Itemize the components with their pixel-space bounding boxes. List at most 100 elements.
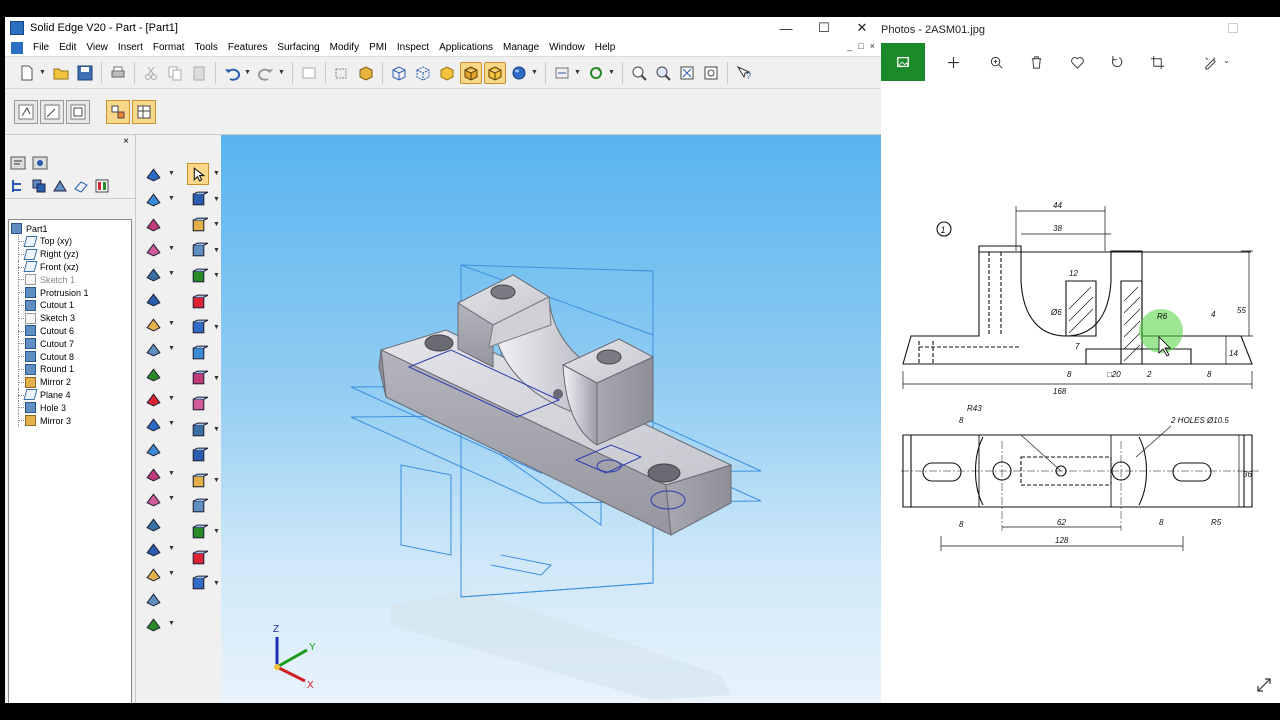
- command-dropdown-icon[interactable]: ▼: [213, 324, 220, 331]
- surface-icon[interactable]: [187, 393, 209, 415]
- tree-item[interactable]: Right (yz): [11, 247, 131, 261]
- menu-insert[interactable]: Insert: [113, 39, 148, 57]
- command-dropdown-icon[interactable]: ▼: [213, 528, 220, 535]
- feature-face-icon[interactable]: [187, 573, 209, 595]
- menu-help[interactable]: Help: [590, 39, 621, 57]
- menu-manage[interactable]: Manage: [498, 39, 544, 57]
- shaded-edges-icon[interactable]: [460, 61, 482, 84]
- zoom-icon[interactable]: [652, 62, 674, 84]
- mdi-close-button[interactable]: ×: [870, 41, 875, 51]
- command-dropdown-icon[interactable]: ▼: [168, 270, 175, 277]
- vent-icon[interactable]: [142, 438, 164, 460]
- chamfer-icon[interactable]: [187, 317, 209, 339]
- tree-item[interactable]: Cutout 6: [11, 324, 131, 338]
- extrude-icon[interactable]: [187, 214, 209, 236]
- family-table-icon[interactable]: [132, 99, 156, 124]
- command-dropdown-icon[interactable]: ▼: [213, 196, 220, 203]
- offset-icon[interactable]: [142, 563, 164, 585]
- menu-inspect[interactable]: Inspect: [392, 39, 434, 57]
- menu-edit[interactable]: Edit: [54, 39, 81, 57]
- photos-restore-icon[interactable]: [1228, 23, 1238, 33]
- profile-tool-icon[interactable]: [66, 99, 90, 124]
- trim-icon[interactable]: [187, 445, 209, 467]
- show-sketches-icon[interactable]: [51, 177, 69, 195]
- photos-home-icon[interactable]: [881, 43, 925, 81]
- menu-features[interactable]: Features: [223, 39, 272, 57]
- thread-icon[interactable]: [142, 488, 164, 510]
- command-dropdown-icon[interactable]: ▼: [168, 320, 175, 327]
- edit-icon[interactable]: [1199, 51, 1221, 73]
- delete-face-icon[interactable]: [142, 613, 164, 635]
- command-dropdown-icon[interactable]: ▼: [168, 345, 175, 352]
- thin-wall-icon[interactable]: [142, 338, 164, 360]
- command-dropdown-icon[interactable]: ▼: [168, 545, 175, 552]
- new-dropdown-icon[interactable]: ▼: [39, 69, 46, 76]
- visible-edges-icon[interactable]: [412, 62, 434, 84]
- replace-face-icon[interactable]: [142, 588, 164, 610]
- redo-icon[interactable]: [255, 62, 277, 84]
- 3d-viewport[interactable]: Z Y X: [221, 135, 881, 703]
- whats-this-icon[interactable]: ?: [733, 62, 755, 84]
- command-dropdown-icon[interactable]: ▼: [168, 245, 175, 252]
- cutout-icon[interactable]: [142, 238, 164, 260]
- protrusion-icon[interactable]: [142, 213, 164, 235]
- tree-item[interactable]: Cutout 7: [11, 337, 131, 350]
- tree-item[interactable]: Plane 4: [11, 388, 131, 402]
- wireframe-icon[interactable]: [388, 62, 410, 84]
- rotate-dropdown-icon[interactable]: ▼: [608, 69, 615, 76]
- shell-icon[interactable]: [187, 265, 209, 287]
- revolve-icon[interactable]: [142, 188, 164, 210]
- rotate-icon[interactable]: [1106, 51, 1128, 73]
- open-folder-icon[interactable]: [50, 62, 72, 84]
- named-views-icon[interactable]: [551, 62, 573, 84]
- command-dropdown-icon[interactable]: ▼: [168, 570, 175, 577]
- select-tool-icon[interactable]: [187, 163, 209, 185]
- photos-titlebar[interactable]: Photos - 2ASM01.jpg: [881, 17, 1280, 43]
- draw-tool-icon[interactable]: [40, 99, 64, 124]
- show-planes-icon[interactable]: [72, 177, 90, 195]
- round-icon[interactable]: [142, 288, 164, 310]
- menu-format[interactable]: Format: [148, 39, 190, 57]
- menu-pmi[interactable]: PMI: [364, 39, 392, 57]
- extend-icon[interactable]: [187, 470, 209, 492]
- menu-file[interactable]: File: [28, 39, 54, 57]
- fullscreen-icon[interactable]: [1256, 677, 1272, 693]
- parting-icon[interactable]: [187, 547, 209, 569]
- views-dropdown-icon[interactable]: ▼: [574, 69, 581, 76]
- command-dropdown-icon[interactable]: ▼: [168, 420, 175, 427]
- zoom-icon[interactable]: [985, 51, 1007, 73]
- model-canvas[interactable]: Z Y X: [221, 135, 881, 703]
- favorite-icon[interactable]: [1066, 51, 1088, 73]
- crop-icon[interactable]: [1146, 51, 1168, 73]
- command-dropdown-icon[interactable]: ▼: [168, 170, 175, 177]
- solid-edge-titlebar[interactable]: Solid Edge V20 - Part - [Part1] — ☐ ✕: [5, 17, 881, 39]
- show-features-icon[interactable]: [30, 177, 48, 195]
- swept-icon[interactable]: [187, 240, 209, 262]
- helix-icon[interactable]: [187, 368, 209, 390]
- blend-icon[interactable]: [187, 342, 209, 364]
- command-dropdown-icon[interactable]: ▼: [168, 395, 175, 402]
- menu-modify[interactable]: Modify: [325, 39, 364, 57]
- sketch-view-icon[interactable]: [331, 62, 353, 84]
- zoom-area-icon[interactable]: [628, 62, 650, 84]
- command-dropdown-icon[interactable]: ▼: [213, 375, 220, 382]
- tree-item[interactable]: Top (xy): [11, 235, 131, 248]
- document-icon[interactable]: [11, 41, 23, 54]
- color-icon[interactable]: [93, 177, 111, 195]
- menu-tools[interactable]: Tools: [190, 39, 223, 57]
- tree-item[interactable]: Protrusion 1: [11, 286, 131, 299]
- draft-icon[interactable]: [142, 313, 164, 335]
- command-dropdown-icon[interactable]: ▼: [213, 426, 220, 433]
- command-dropdown-icon[interactable]: ▼: [168, 195, 175, 202]
- hole-icon[interactable]: [142, 263, 164, 285]
- rotate-view-icon[interactable]: [585, 62, 607, 84]
- web-icon[interactable]: [142, 388, 164, 410]
- mirror-feature-icon[interactable]: [142, 513, 164, 535]
- edit-dropdown-icon[interactable]: ⌄: [1223, 56, 1230, 65]
- undo-dropdown-icon[interactable]: ▼: [244, 69, 251, 76]
- pathfinder-close-button[interactable]: ×: [121, 137, 131, 147]
- tree-item[interactable]: Round 1: [11, 362, 131, 376]
- add-icon[interactable]: [942, 51, 964, 73]
- feature-tree-icon[interactable]: [9, 177, 27, 195]
- minimize-button[interactable]: —: [767, 17, 805, 39]
